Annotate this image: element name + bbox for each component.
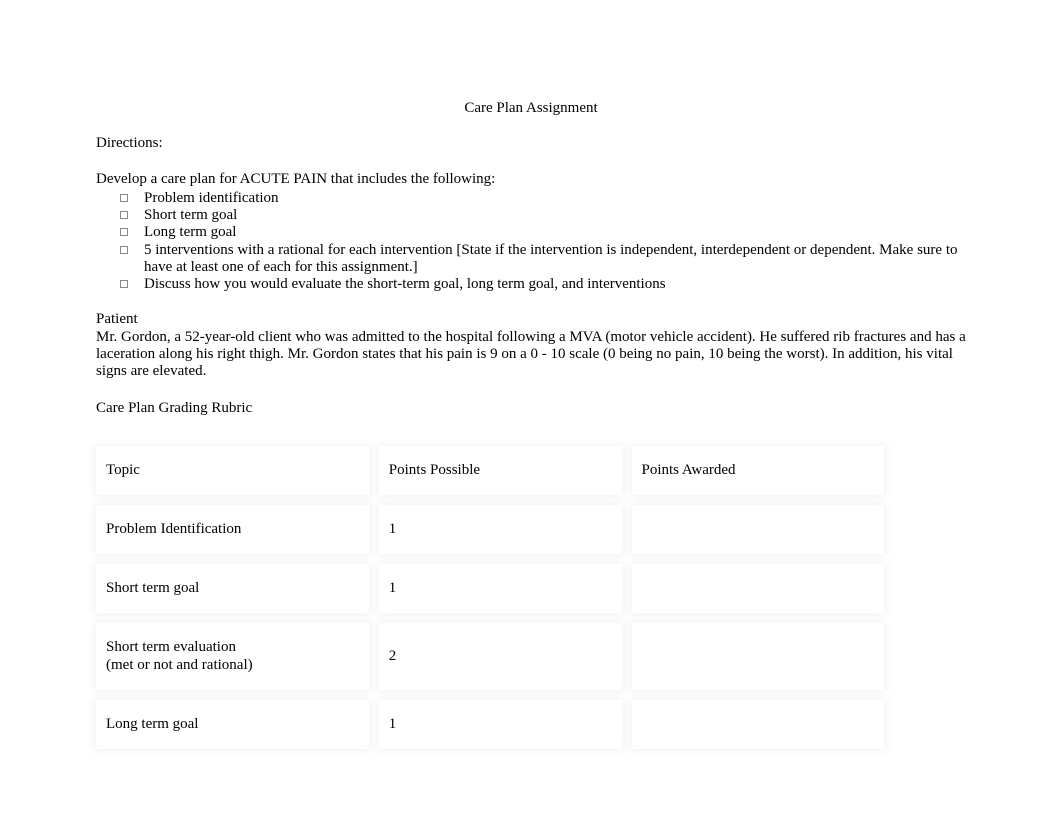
table-row: Short term goal 1 [96,564,884,613]
rubric-heading: Care Plan Grading Rubric [96,400,966,417]
header-points-awarded: Points Awarded [632,446,885,495]
cell-points: 1 [379,564,622,613]
bullet-item: 5 interventions with a rational for each… [124,242,966,277]
cell-points: 2 [379,623,622,690]
table-header-row: Topic Points Possible Points Awarded [96,446,884,495]
patient-description: Mr. Gordon, a 52-year-old client who was… [96,329,966,381]
cell-topic: Short term evaluation(met or not and rat… [96,623,369,690]
directions-heading: Directions: [96,135,966,152]
intro-text: Develop a care plan for ACUTE PAIN that … [96,171,966,188]
cell-awarded [632,564,885,613]
bullet-item: Discuss how you would evaluate the short… [124,276,966,293]
header-points-possible: Points Possible [379,446,622,495]
cell-topic: Problem Identification [96,505,369,554]
cell-topic: Long term goal [96,700,369,749]
bullet-item: Problem identification [124,190,966,207]
cell-points: 1 [379,505,622,554]
header-topic: Topic [96,446,369,495]
cell-awarded [632,505,885,554]
document-title: Care Plan Assignment [96,100,966,117]
cell-awarded [632,700,885,749]
bullet-list: Problem identification Short term goal L… [96,190,966,294]
cell-points: 1 [379,700,622,749]
rubric-table: Topic Points Possible Points Awarded Pro… [86,436,894,760]
patient-heading: Patient [96,311,966,328]
bullet-item: Short term goal [124,207,966,224]
table-row: Short term evaluation(met or not and rat… [96,623,884,690]
table-row: Problem Identification 1 [96,505,884,554]
bullet-item: Long term goal [124,224,966,241]
cell-awarded [632,623,885,690]
table-row: Long term goal 1 [96,700,884,749]
cell-topic: Short term goal [96,564,369,613]
